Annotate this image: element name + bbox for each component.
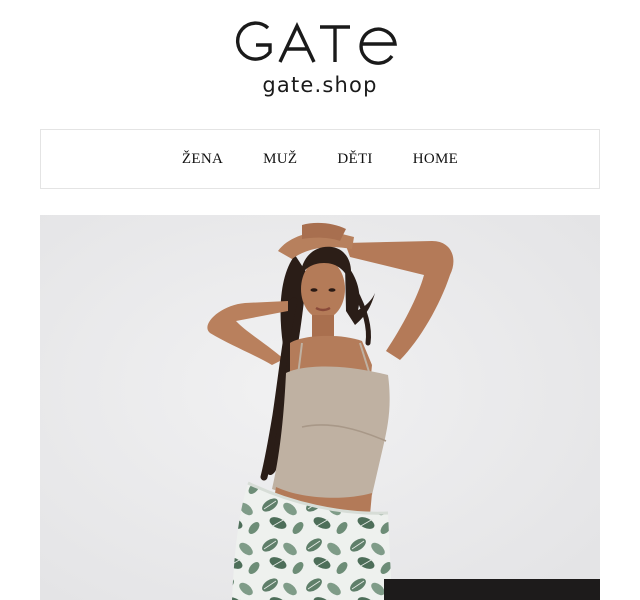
- nav-item-muz[interactable]: MUŽ: [263, 151, 297, 168]
- site-logo[interactable]: gate.shop: [0, 18, 640, 97]
- hero-banner[interactable]: [40, 215, 600, 600]
- nav-item-deti[interactable]: DĚTI: [337, 151, 372, 168]
- nav-item-zena[interactable]: ŽENA: [182, 151, 223, 168]
- site-domain: gate.shop: [262, 73, 378, 97]
- main-navigation: ŽENA MUŽ DĚTI HOME: [40, 129, 600, 189]
- cookie-consent-bar[interactable]: [384, 579, 600, 600]
- nav-item-home[interactable]: HOME: [413, 151, 458, 168]
- hero-model-image: [40, 215, 600, 600]
- gate-logo-mark: [235, 21, 397, 65]
